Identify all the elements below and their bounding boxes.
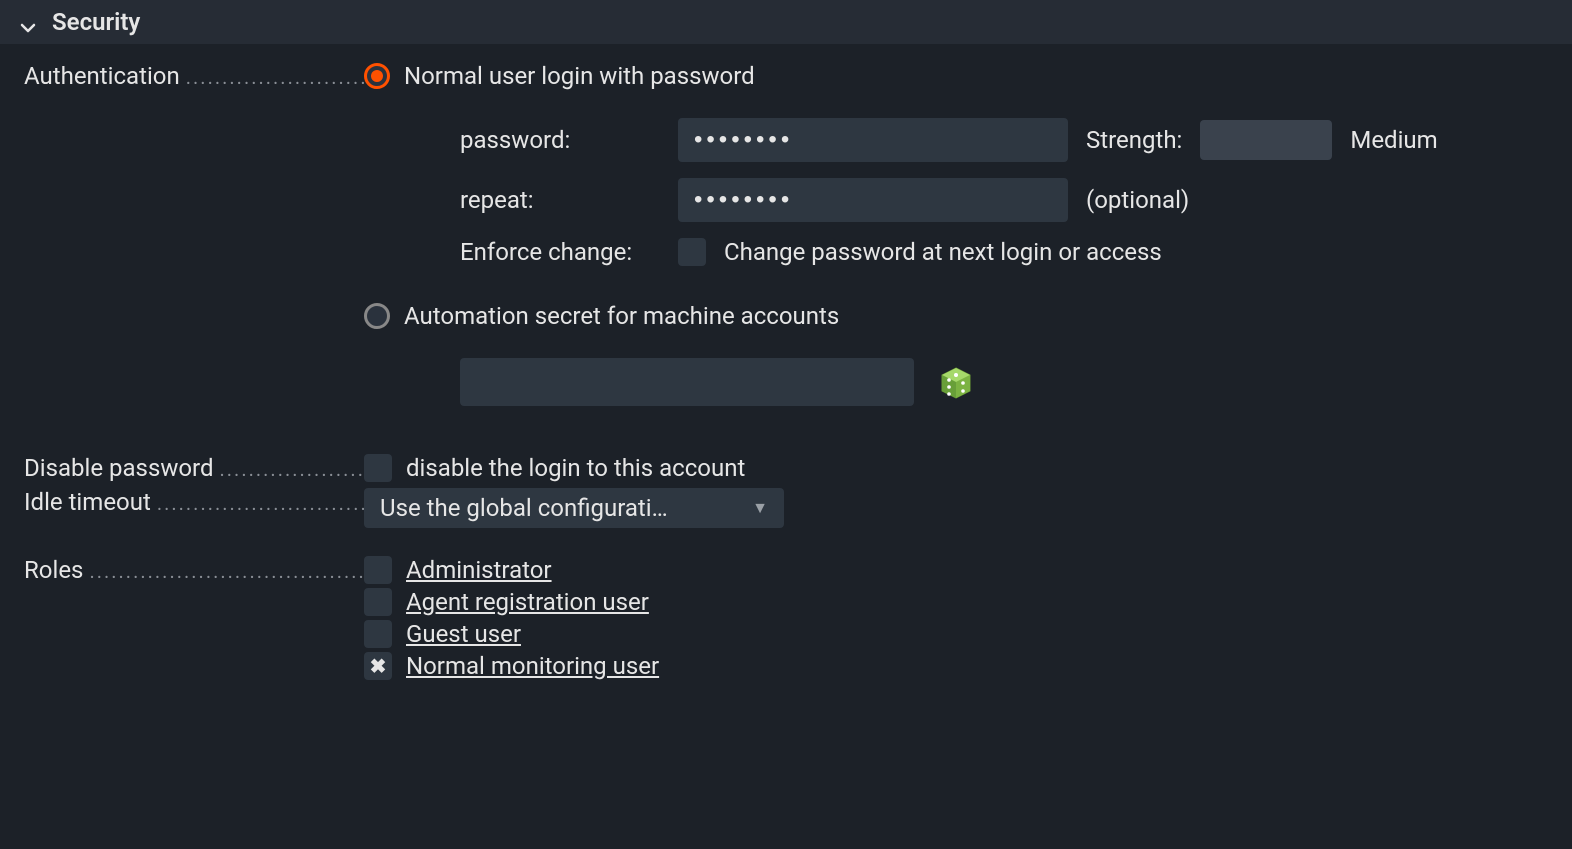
role-link[interactable]: Normal monitoring user (406, 652, 659, 680)
section-header[interactable]: Security (0, 0, 1572, 44)
idle-timeout-value: Use the global configurati… (380, 494, 668, 522)
role-checkbox[interactable] (364, 588, 392, 616)
strength-label: Strength: (1086, 126, 1182, 154)
role-item: Administrator (364, 556, 1548, 584)
automation-secret-input[interactable] (460, 358, 914, 406)
strength-meter (1200, 120, 1332, 160)
roles-list: Administrator Agent registration user Gues… (364, 556, 1548, 680)
auth-radio-password-label: Normal user login with password (404, 62, 755, 90)
roles-label: Roles (24, 556, 364, 584)
radio-unselected-icon (364, 303, 390, 329)
role-checkbox[interactable] (364, 620, 392, 648)
role-item: Guest user (364, 620, 1548, 648)
dice-icon[interactable] (938, 364, 974, 400)
strength-text: Medium (1350, 126, 1437, 154)
idle-timeout-label: Idle timeout (24, 488, 364, 516)
role-checkbox[interactable] (364, 652, 392, 680)
repeat-password-input[interactable] (678, 178, 1068, 222)
idle-timeout-select[interactable]: Use the global configurati… ▼ (364, 488, 784, 528)
caret-down-icon: ▼ (752, 498, 768, 518)
role-item: Agent registration user (364, 588, 1548, 616)
authentication-label: Authentication (24, 62, 364, 90)
auth-radio-password[interactable]: Normal user login with password (364, 62, 1548, 90)
role-link[interactable]: Administrator (406, 556, 552, 584)
auth-radio-automation-label: Automation secret for machine accounts (404, 302, 839, 330)
role-link[interactable]: Guest user (406, 620, 521, 648)
enforce-change-text: Change password at next login or access (724, 238, 1162, 266)
role-link[interactable]: Agent registration user (406, 588, 649, 616)
password-input[interactable] (678, 118, 1068, 162)
enforce-change-checkbox[interactable] (678, 238, 706, 266)
role-checkbox[interactable] (364, 556, 392, 584)
disable-password-label: Disable password (24, 454, 364, 482)
disable-password-text: disable the login to this account (406, 454, 745, 482)
role-item: Normal monitoring user (364, 652, 1548, 680)
section-title: Security (52, 8, 140, 36)
enforce-change-label: Enforce change: (460, 238, 660, 266)
repeat-hint: (optional) (1086, 186, 1189, 214)
password-label: password: (460, 126, 660, 154)
chevron-down-icon (20, 14, 36, 30)
repeat-label: repeat: (460, 186, 660, 214)
disable-password-checkbox[interactable] (364, 454, 392, 482)
auth-radio-automation[interactable]: Automation secret for machine accounts (364, 302, 1548, 330)
radio-selected-icon (364, 63, 390, 89)
